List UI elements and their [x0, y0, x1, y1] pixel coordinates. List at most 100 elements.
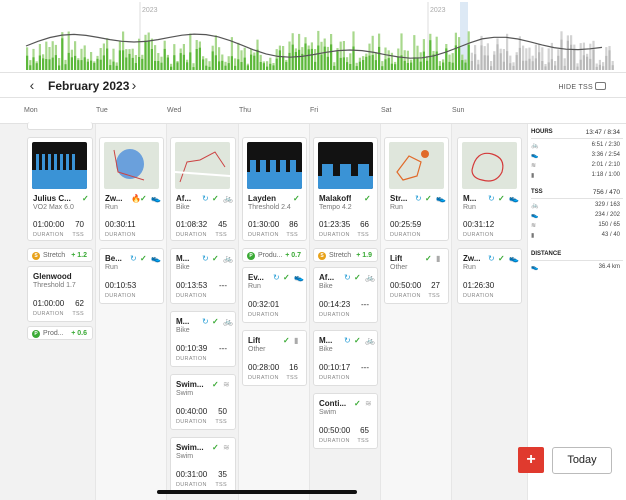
workout-card[interactable]: Lift ✓ ▮ Other 00:50:00 27 DURATION TSS — [384, 248, 449, 304]
tss-label: TSS — [215, 232, 227, 238]
chart-bar — [579, 59, 582, 70]
chart-bar — [99, 59, 102, 70]
workout-card[interactable]: Julius C... ✓ VO2 Max 6.0 01:00:00 70 DU… — [27, 137, 93, 241]
workout-card[interactable]: M... ↻ ✓ 👟 Run 00:31:12 DURATION — [457, 137, 522, 241]
hide-tss-toggle[interactable]: HIDE TSS — [558, 82, 606, 91]
chart-bar — [403, 60, 406, 70]
chart-bar — [278, 50, 281, 70]
duration-value: 00:40:00 — [176, 407, 208, 416]
day-column-sun[interactable]: M... ↻ ✓ 👟 Run 00:31:12 DURATION Zw... ↻… — [452, 124, 528, 500]
chart-bar — [598, 64, 601, 70]
chart-bar — [179, 53, 182, 70]
workout-card[interactable]: Zw... 🔥 ✓ 👟 Run 00:30:11 DURATION — [99, 137, 164, 241]
chart-bar — [573, 49, 576, 70]
tss-label: TSS — [357, 232, 369, 238]
fitness-chart-svg: 2023 2023 — [25, 2, 614, 70]
fitness-chart[interactable]: 2023 2023 — [0, 0, 626, 72]
chart-bar — [496, 44, 499, 70]
chart-bar — [234, 65, 237, 70]
workout-card[interactable]: Glenwood Threshold 1.7 01:00:00 62 DURAT… — [27, 266, 93, 322]
chart-bar — [486, 55, 489, 70]
swim-icon: ≋ — [531, 223, 537, 229]
sync-icon: ↻ — [202, 194, 209, 203]
day-column-thu[interactable]: Layden ✓ Threshold 2.4 01:30:00 86 DURAT… — [239, 124, 310, 500]
productivity-dot-icon: P — [247, 252, 255, 260]
chart-bar — [170, 66, 173, 70]
chevron-left-icon[interactable]: ‹ — [24, 77, 40, 93]
chart-bar — [38, 55, 41, 70]
day-column-mon[interactable]: Julius C... ✓ VO2 Max 6.0 01:00:00 70 DU… — [24, 122, 96, 500]
workout-card[interactable]: Lift ✓ ▮ Other 00:28:00 16 DURATION TSS — [242, 330, 307, 386]
chart-bar — [70, 57, 73, 70]
workout-card[interactable]: Zw... ↻ ✓ 👟 Run 01:26:30 DURATION — [457, 248, 522, 304]
workout-card[interactable]: M... ↻ ✓ 🚲 Bike 00:10:17 --- DURATION — [313, 330, 378, 386]
day-column-fri[interactable]: Malakoff ✓ Tempo 4.2 01:23:35 66 DURATIO… — [310, 124, 381, 500]
chart-bar — [346, 62, 349, 70]
chart-bar — [29, 65, 32, 70]
stretch-dot-icon: S — [318, 252, 326, 260]
chart-bar — [368, 55, 371, 70]
shoe-icon: 👟 — [436, 194, 446, 203]
workout-card[interactable]: Layden ✓ Threshold 2.4 01:30:00 86 DURAT… — [242, 137, 307, 241]
chart-bar — [499, 53, 502, 70]
chart-bar — [336, 51, 339, 70]
chart-bar — [74, 55, 77, 70]
tss-label: TSS — [215, 419, 227, 425]
day-column-sat[interactable]: Str... ↻ ✓ 👟 Run 00:25:59 DURATION Lift … — [381, 124, 452, 500]
chart-bar — [45, 59, 48, 70]
chart-bar — [42, 58, 45, 70]
chart-bar — [544, 66, 547, 70]
chart-bar — [314, 61, 317, 70]
workout-card[interactable]: Be... ↻ ✓ 👟 Run 00:10:53 DURATION — [99, 248, 164, 304]
day-column-tue[interactable]: Zw... 🔥 ✓ 👟 Run 00:30:11 DURATION Be... … — [96, 124, 167, 500]
check-icon: ✓ — [498, 254, 505, 263]
workout-card[interactable]: Af... ↻ ✓ 🚲 Bike 01:08:32 45 DURATION TS… — [170, 137, 236, 241]
workout-card[interactable]: Str... ↻ ✓ 👟 Run 00:25:59 DURATION — [384, 137, 449, 241]
workout-subtitle: VO2 Max 6.0 — [33, 204, 74, 211]
duration-value: 00:31:12 — [463, 220, 495, 229]
workout-card[interactable]: Swim... ✓ ≋ Swim 00:31:00 35 DURATION TS… — [170, 437, 236, 493]
previous-item-stub[interactable] — [27, 122, 93, 130]
metric-note[interactable]: P Prod... + 0.6 — [27, 326, 93, 340]
workout-card[interactable]: Ev... ↻ ✓ 👟 Run 00:32:01 DURATION — [242, 267, 307, 323]
chart-bar — [323, 46, 326, 70]
chart-bar — [102, 55, 105, 70]
workout-title: Ev... — [248, 273, 264, 282]
duration-label: DURATION — [176, 356, 207, 362]
workout-card[interactable]: Swim... ✓ ≋ Swim 00:40:00 50 DURATION TS… — [170, 374, 236, 430]
chart-bar — [67, 52, 70, 70]
workout-card[interactable]: Conti... ✓ ≋ Swim 00:50:00 65 DURATION T… — [313, 393, 378, 449]
workout-card[interactable]: Malakoff ✓ Tempo 4.2 01:23:35 66 DURATIO… — [313, 137, 378, 241]
workout-card[interactable]: M... ↻ ✓ 🚲 Bike 00:13:53 --- DURATION — [170, 248, 236, 304]
duration-value: 01:23:35 — [319, 220, 351, 229]
workout-subtitle: Run — [463, 204, 476, 211]
workout-title: Glenwood — [33, 272, 72, 281]
chart-bar — [243, 57, 246, 70]
chevron-right-icon[interactable]: › — [126, 77, 142, 93]
day-column-wed[interactable]: Af... ↻ ✓ 🚲 Bike 01:08:32 45 DURATION TS… — [167, 124, 239, 500]
chart-bar — [474, 54, 477, 70]
chart-bar — [451, 62, 454, 70]
metric-note[interactable]: S Stretch + 1.2 — [27, 248, 93, 262]
chart-bar — [582, 55, 585, 70]
metric-note[interactable]: S Stretch + 1.9 — [313, 248, 378, 262]
swim-icon: ≋ — [531, 163, 537, 169]
metric-note[interactable]: P Produ... + 0.7 — [242, 248, 307, 262]
route-map — [175, 151, 230, 183]
workout-subtitle: Swim — [176, 453, 194, 460]
duration-label: DURATION — [319, 438, 350, 444]
route-map-thumbnail — [389, 142, 444, 189]
today-button[interactable]: Today — [552, 447, 612, 474]
route-map — [396, 150, 429, 181]
chart-bar — [547, 62, 550, 70]
tss-value: 27 — [431, 281, 440, 290]
workout-subtitle: Run — [105, 264, 118, 271]
chart-bar — [522, 60, 525, 70]
add-workout-button[interactable]: + — [518, 447, 544, 473]
workout-card[interactable]: Af... ↻ ✓ 🚲 Bike 00:14:23 --- DURATION — [313, 267, 378, 323]
chart-bar — [250, 54, 253, 70]
chart-bar — [173, 55, 176, 70]
chart-bar — [560, 39, 563, 70]
tss-label: TSS — [286, 232, 298, 238]
workout-card[interactable]: M... ↻ ✓ 🚲 Bike 00:10:39 --- DURATION — [170, 311, 236, 367]
